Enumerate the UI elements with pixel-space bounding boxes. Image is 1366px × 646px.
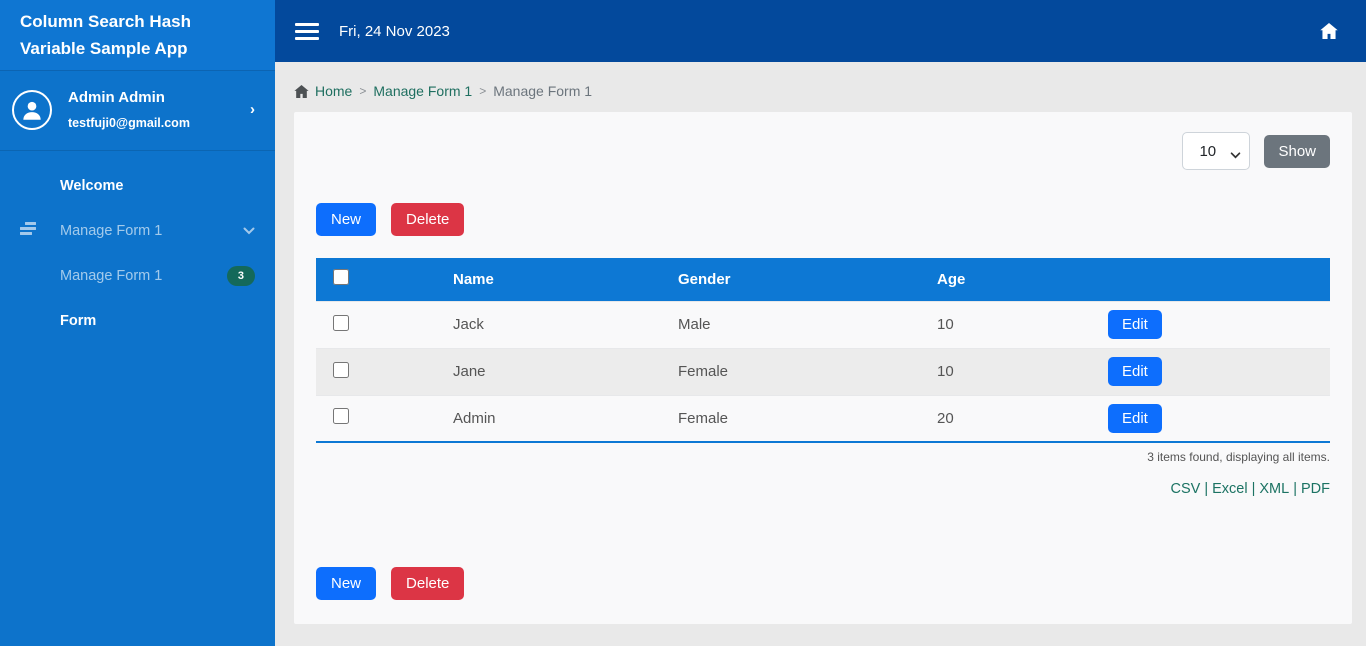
table-row: Jane Female 10 Edit (316, 347, 1330, 395)
cell-age: 20 (927, 394, 1098, 442)
record-count-badge: 3 (226, 265, 255, 286)
cell-age: 10 (927, 347, 1098, 395)
sidebar-item-manage-form-1-parent[interactable]: Manage Form 1 (0, 208, 275, 253)
home-icon[interactable] (1320, 23, 1338, 39)
breadcrumb-separator: > (359, 84, 367, 98)
records-panel: 10 Show New Delete Name Gender Age Jack … (294, 112, 1352, 624)
export-csv-link[interactable]: CSV (1171, 481, 1201, 497)
breadcrumb-manage-form-1[interactable]: Manage Form 1 (373, 83, 472, 99)
export-links-separator: | (1204, 481, 1209, 497)
row-checkbox[interactable] (333, 408, 349, 425)
sidebar: Column Search Hash Variable Sample App A… (0, 0, 275, 646)
export-excel-link[interactable]: Excel (1212, 481, 1247, 497)
breadcrumb-separator: > (479, 84, 487, 98)
hamburger-menu-icon[interactable] (295, 19, 319, 44)
sidebar-item-welcome[interactable]: Welcome (0, 163, 275, 208)
user-name: Admin Admin (68, 89, 165, 106)
breadcrumb-current: Manage Form 1 (493, 83, 593, 99)
sidebar-menu: Welcome Manage Form 1 Manage Form 1 3 Fo… (0, 151, 275, 343)
content-area: Home > Manage Form 1 > Manage Form 1 10 (275, 62, 1366, 646)
column-header-age: Age (937, 270, 966, 288)
export-xml-link[interactable]: XML (1259, 481, 1289, 497)
export-links-separator: | (1251, 481, 1256, 497)
user-avatar-icon (12, 89, 52, 130)
chevron-right-icon: › (250, 101, 255, 118)
new-button[interactable]: New (316, 567, 377, 600)
cell-age: 10 (927, 300, 1098, 348)
export-pdf-link[interactable]: PDF (1301, 481, 1330, 497)
sidebar-item-label: Manage Form 1 (60, 267, 163, 284)
edit-button[interactable]: Edit (1108, 310, 1162, 339)
list-icon (18, 222, 40, 239)
table-header-row: Name Gender Age (316, 258, 1330, 301)
row-checkbox[interactable] (333, 361, 349, 378)
cell-gender: Female (668, 347, 927, 395)
delete-button[interactable]: Delete (391, 203, 465, 236)
row-checkbox[interactable] (333, 314, 349, 331)
topbar: Fri, 24 Nov 2023 (275, 0, 1366, 62)
cell-gender: Female (668, 394, 927, 442)
home-icon (294, 84, 309, 98)
sidebar-item-label: Welcome (60, 177, 124, 194)
cell-name: Admin (443, 394, 668, 442)
breadcrumb: Home > Manage Form 1 > Manage Form 1 (275, 62, 1366, 99)
page-size-select[interactable]: 10 (1182, 132, 1251, 170)
column-header-name: Name (453, 270, 494, 288)
cell-name: Jane (443, 347, 668, 395)
user-menu[interactable]: Admin Admin testfuji0@gmail.com › (0, 71, 275, 151)
sidebar-item-manage-form-1-child[interactable]: Manage Form 1 3 (0, 253, 275, 298)
select-all-checkbox[interactable] (333, 269, 349, 286)
app-title: Column Search Hash Variable Sample App (0, 0, 275, 71)
table-row: Admin Female 20 Edit (316, 394, 1330, 442)
records-table: Name Gender Age Jack Male 10 Edit Jane F… (316, 258, 1330, 443)
sidebar-item-label: Manage Form 1 (60, 222, 163, 239)
column-header-actions (1098, 258, 1330, 301)
user-email: testfuji0@gmail.com (68, 116, 190, 130)
export-links-separator: | (1293, 481, 1297, 497)
show-button[interactable]: Show (1264, 134, 1330, 168)
cell-name: Jack (443, 300, 668, 348)
edit-button[interactable]: Edit (1108, 403, 1162, 433)
export-links: CSV | Excel | XML | PDF (316, 481, 1330, 497)
sidebar-item-form[interactable]: Form (0, 298, 275, 343)
sidebar-item-label: Form (60, 312, 97, 329)
delete-button[interactable]: Delete (391, 567, 465, 600)
chevron-down-icon (243, 223, 255, 239)
column-header-gender: Gender (678, 270, 731, 288)
new-button[interactable]: New (316, 203, 377, 236)
cell-gender: Male (668, 300, 927, 348)
table-row: Jack Male 10 Edit (316, 300, 1330, 348)
topbar-date: Fri, 24 Nov 2023 (339, 22, 450, 40)
edit-button[interactable]: Edit (1108, 357, 1162, 386)
table-status: 3 items found, displaying all items. (1147, 450, 1330, 464)
breadcrumb-home[interactable]: Home (294, 83, 352, 99)
